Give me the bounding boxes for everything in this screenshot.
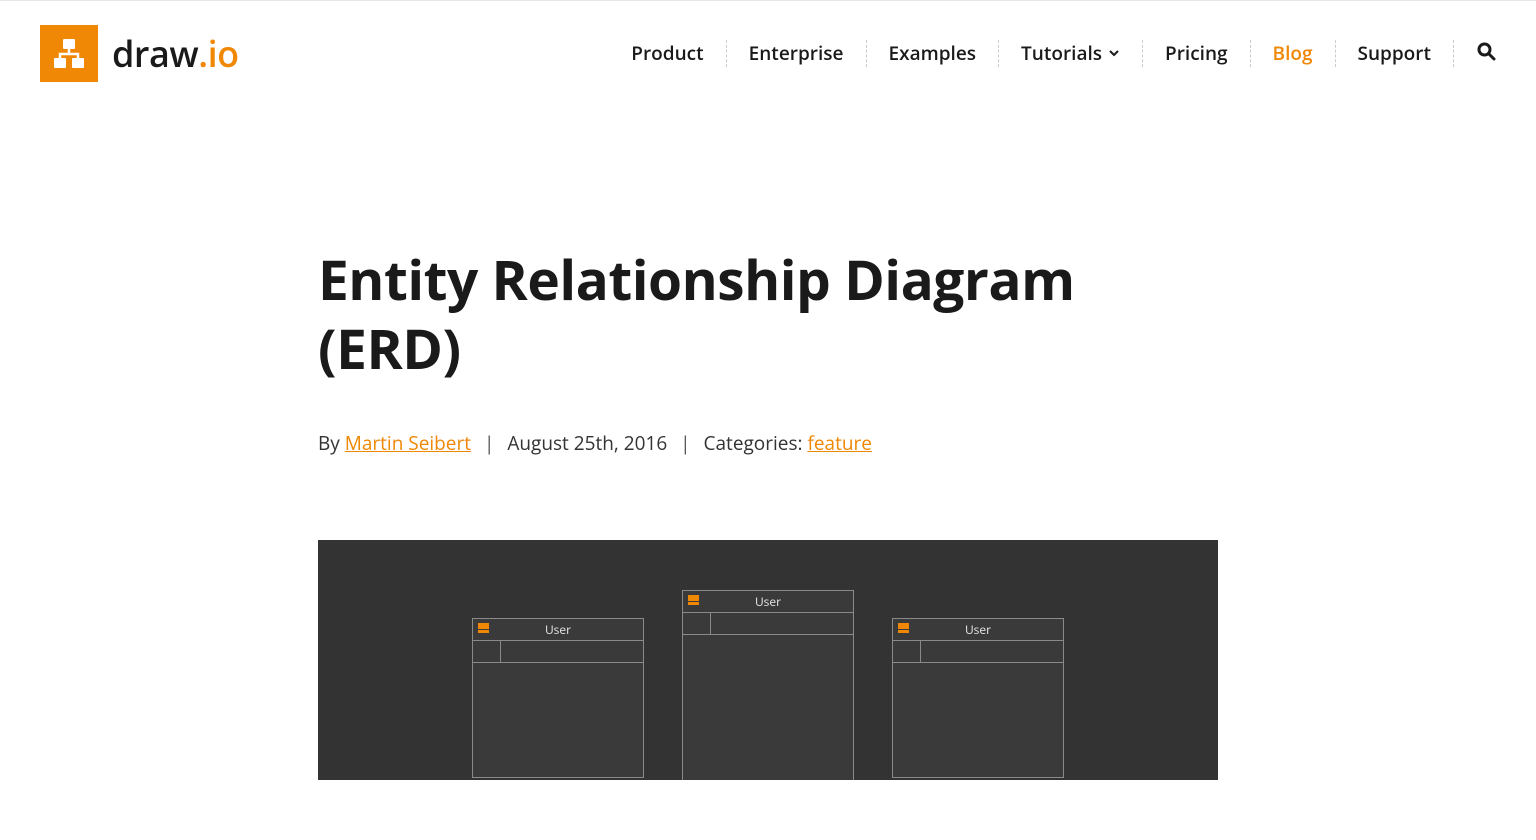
- logo[interactable]: draw.io: [40, 25, 239, 82]
- article-meta: By Martin Seibert | August 25th, 2016 | …: [318, 430, 1218, 456]
- nav-tutorials[interactable]: Tutorials: [999, 40, 1143, 67]
- nav-label: Support: [1358, 42, 1432, 65]
- nav-blog[interactable]: Blog: [1251, 40, 1336, 67]
- nav-label: Product: [631, 42, 703, 65]
- search-icon: [1476, 41, 1496, 66]
- search-button[interactable]: [1454, 39, 1496, 68]
- erd-entity: User: [682, 590, 854, 780]
- publish-date: August 25th, 2016: [507, 430, 667, 456]
- meta-separator: |: [484, 430, 494, 456]
- category-link[interactable]: feature: [807, 430, 871, 456]
- entity-icon: [688, 595, 699, 601]
- nav-examples[interactable]: Examples: [867, 40, 1000, 67]
- categories-label: Categories:: [704, 430, 808, 456]
- article: Entity Relationship Diagram (ERD) By Mar…: [308, 106, 1228, 840]
- page-title: Entity Relationship Diagram (ERD): [318, 246, 1218, 384]
- primary-nav: Product Enterprise Examples Tutorials Pr…: [609, 39, 1496, 68]
- erd-entity: User: [892, 618, 1064, 778]
- logo-text-b: .io: [198, 29, 238, 78]
- nav-product[interactable]: Product: [609, 40, 726, 67]
- logo-text-a: draw: [112, 29, 198, 78]
- entity-icon: [478, 623, 489, 629]
- chevron-down-icon: [1108, 47, 1120, 59]
- nav-label: Tutorials: [1021, 42, 1102, 65]
- nav-label: Enterprise: [749, 42, 844, 65]
- logo-text: draw.io: [112, 29, 239, 78]
- nav-label: Blog: [1273, 42, 1313, 65]
- author-link[interactable]: Martin Seibert: [345, 430, 471, 456]
- hero-image: User User User: [318, 540, 1218, 780]
- nav-pricing[interactable]: Pricing: [1143, 40, 1251, 67]
- byline-prefix: By: [318, 430, 345, 456]
- erd-entity: User: [472, 618, 644, 778]
- logo-mark-icon: [40, 25, 98, 82]
- nav-enterprise[interactable]: Enterprise: [727, 40, 867, 67]
- erd-entity-header: User: [893, 619, 1063, 641]
- erd-canvas: User User User: [318, 540, 1218, 780]
- erd-entity-header: User: [683, 591, 853, 613]
- entity-icon: [898, 623, 909, 629]
- nav-support[interactable]: Support: [1336, 40, 1455, 67]
- erd-entity-header: User: [473, 619, 643, 641]
- nav-label: Pricing: [1165, 42, 1228, 65]
- site-header: draw.io Product Enterprise Examples Tuto…: [0, 1, 1536, 106]
- nav-label: Examples: [889, 42, 977, 65]
- meta-separator: |: [680, 430, 690, 456]
- erd-entity-title: User: [545, 621, 571, 638]
- erd-entity-title: User: [965, 621, 991, 638]
- erd-entity-title: User: [755, 593, 781, 610]
